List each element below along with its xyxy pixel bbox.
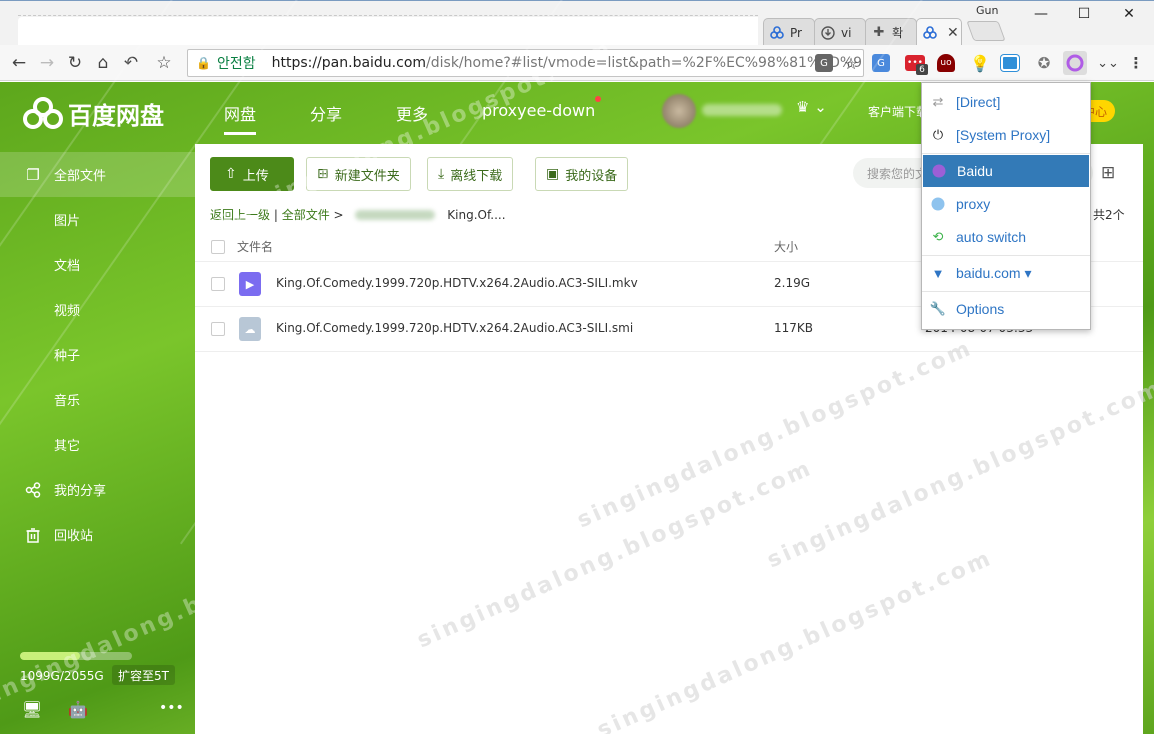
download-icon: ⤓ — [438, 166, 445, 182]
proxy-item-label: [Direct] — [956, 94, 1001, 110]
sidebar-item-label: 回收站 — [54, 529, 94, 544]
sidebar-item-recycle-bin[interactable]: 回收站 — [0, 512, 195, 557]
sidebar-item-label: 文档 — [54, 259, 81, 274]
desktop-icon[interactable]: 🖥 — [21, 700, 43, 719]
sidebar-item-label: 种子 — [54, 349, 81, 364]
auto-switch-icon: ⟲ — [932, 229, 944, 244]
bookmark-star-outline-icon[interactable]: ☆ — [840, 52, 862, 74]
sidebar-item-all-files[interactable]: ❐ 全部文件 — [0, 152, 195, 197]
file-size: 117KB — [774, 321, 814, 335]
sidebar: ❐ 全部文件 图片 文档 视频 种子 音乐 其它 我的分享 回收站 — [0, 152, 195, 557]
sidebar-item-label: 音乐 — [54, 394, 81, 409]
home-button[interactable]: ⌂ — [91, 51, 115, 75]
sidebar-item-docs[interactable]: 文档 — [0, 242, 195, 287]
filter-icon: ▼ — [931, 265, 945, 281]
back-button[interactable]: ← — [7, 51, 31, 75]
browser-tab-2[interactable]: vi — [814, 18, 866, 46]
menu-divider — [922, 291, 1090, 292]
username-blurred[interactable] — [702, 104, 782, 116]
my-devices-label: 我的设备 — [565, 168, 618, 184]
browser-tab-label: vi — [841, 25, 852, 40]
sidebar-item-label: 我的分享 — [54, 484, 107, 499]
sidebar-item-my-shares[interactable]: 我的分享 — [0, 467, 195, 512]
column-header-name[interactable]: 文件名 — [237, 238, 273, 255]
upload-icon: ⇧ — [225, 166, 237, 182]
forward-button[interactable]: → — [35, 51, 59, 75]
proxy-item-proxy[interactable]: proxy — [922, 188, 1090, 220]
menu-divider — [922, 255, 1090, 256]
file-name[interactable]: King.Of.Comedy.1999.720p.HDTV.x264.2Audi… — [276, 276, 638, 290]
logo-text: 百度网盘 — [68, 102, 164, 130]
recycle-bin-icon — [24, 526, 42, 544]
reload-button[interactable]: ↻ — [63, 51, 87, 75]
sidebar-item-videos[interactable]: 视频 — [0, 287, 195, 332]
column-header-size[interactable]: 大小 — [774, 238, 798, 255]
proxy-item-label: baidu.com ▾ — [956, 264, 1032, 281]
breadcrumb-all-files-link[interactable]: 全部文件 — [282, 208, 330, 222]
globe-icon — [931, 163, 947, 179]
sidebar-item-label: 其它 — [54, 439, 81, 454]
android-icon[interactable]: 🤖 — [67, 700, 89, 719]
generic-file-icon: ☁ — [239, 317, 261, 341]
client-download-link[interactable]: 客户端下载 — [868, 103, 928, 120]
proxy-item-options[interactable]: 🔧 Options — [922, 293, 1090, 325]
avatar[interactable] — [662, 94, 696, 128]
globe-icon — [930, 196, 946, 212]
proxy-item-label: proxy — [956, 196, 991, 212]
sidebar-item-torrents[interactable]: 种子 — [0, 332, 195, 377]
sidebar-item-other[interactable]: 其它 — [0, 422, 195, 467]
sidebar-item-images[interactable]: 图片 — [0, 197, 195, 242]
share-icon — [24, 481, 42, 499]
proxy-item-label: [System Proxy] — [956, 127, 1051, 143]
proxy-item-label: auto switch — [956, 229, 1027, 245]
proxy-item-auto-switch[interactable]: ⟲ auto switch — [922, 221, 1090, 253]
sidebar-item-label: 图片 — [54, 214, 81, 229]
vip-crown-icon[interactable]: ♛ ⌄ — [796, 98, 827, 116]
translate-icon[interactable]: G — [815, 54, 833, 72]
offline-download-label: 离线下载 — [450, 168, 503, 184]
sidebar-item-music[interactable]: 音乐 — [0, 377, 195, 422]
proxy-item-label: Baidu — [957, 163, 993, 179]
nav-share[interactable]: 分享 — [310, 101, 342, 125]
power-icon: ⏻ — [932, 127, 944, 142]
file-name[interactable]: King.Of.Comedy.1999.720p.HDTV.x264.2Audi… — [276, 321, 633, 335]
file-size: 2.19G — [774, 276, 811, 290]
notification-dot — [595, 96, 601, 102]
breadcrumb-current: King.Of.... — [447, 208, 506, 222]
breadcrumb-blurred-folder[interactable] — [355, 210, 436, 220]
baidu-pan-logo[interactable]: 百度网盘 — [22, 96, 164, 131]
baidu-cloud-logo-icon — [23, 96, 63, 129]
proxy-switch-menu: ⇄ [Direct] ⏻ [System Proxy] Baidu proxy … — [921, 82, 1091, 330]
all-files-icon: ❐ — [26, 166, 40, 184]
proxy-item-baidu[interactable]: Baidu — [923, 155, 1089, 187]
puzzle-icon: ✚ — [873, 25, 885, 40]
more-platforms-icon[interactable]: ••• — [159, 700, 184, 716]
nav-pan[interactable]: 网盘 — [224, 101, 257, 135]
row-checkbox[interactable] — [211, 277, 225, 291]
row-checkbox[interactable] — [211, 322, 225, 336]
offline-download-button[interactable]: ⤓ 离线下载 — [427, 157, 514, 191]
wrench-icon: 🔧 — [929, 301, 947, 316]
menu-divider — [922, 153, 1090, 154]
chrome-menu-icon[interactable]: ⋮ — [1125, 52, 1147, 74]
browser-tab-label: Pr — [790, 25, 802, 40]
proxy-item-system[interactable]: ⏻ [System Proxy] — [922, 119, 1090, 151]
direct-arrows-icon: ⇄ — [932, 94, 944, 109]
grid-view-icon[interactable]: ⊞ — [1101, 163, 1115, 183]
video-file-icon: ▶ — [239, 272, 261, 296]
sidebar-item-label: 全部文件 — [54, 169, 107, 184]
proxy-item-direct[interactable]: ⇄ [Direct] — [922, 86, 1090, 118]
file-count: 共2个 — [1093, 208, 1125, 222]
proxy-item-label: Options — [956, 301, 1005, 317]
expand-storage-button[interactable]: 扩容至5T — [112, 665, 175, 685]
upload-label: 上传 — [242, 168, 269, 184]
download-circle-icon — [821, 25, 835, 40]
breadcrumb-sep: > — [333, 208, 344, 222]
proxy-condition-dropdown[interactable]: ▼ baidu.com ▾ — [922, 257, 1090, 289]
sidebar-item-label: 视频 — [54, 304, 81, 319]
device-icon: ▣ — [546, 166, 560, 182]
select-all-checkbox[interactable] — [211, 240, 225, 254]
my-devices-button[interactable]: ▣ 我的设备 — [535, 157, 629, 191]
